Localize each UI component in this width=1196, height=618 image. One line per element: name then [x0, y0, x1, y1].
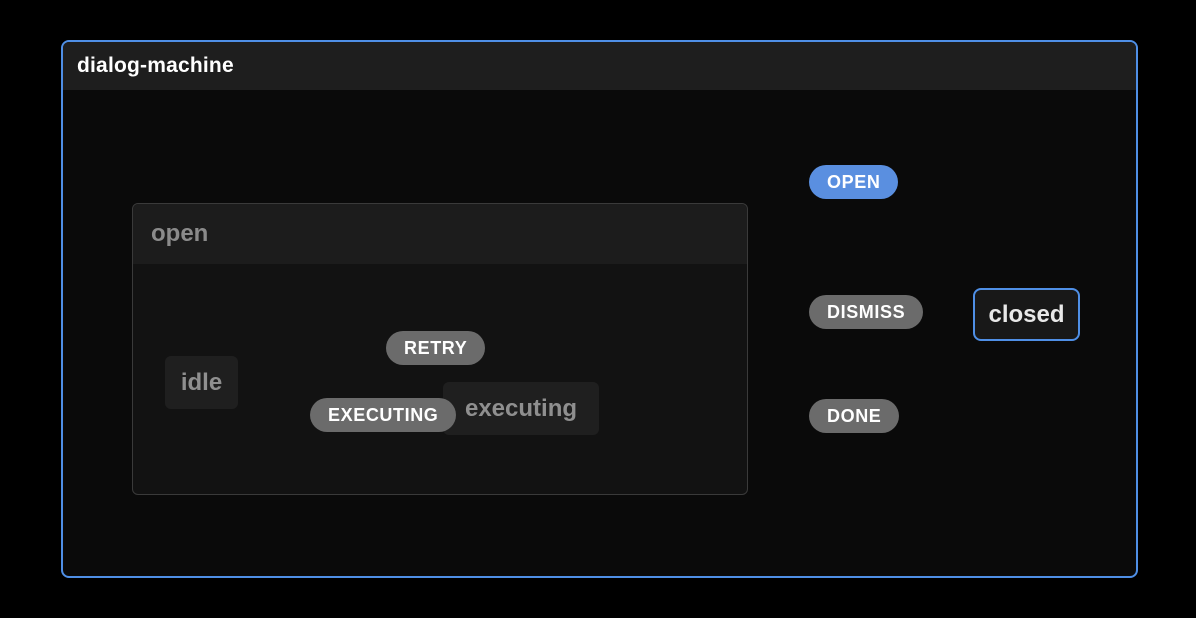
event-done-label: DONE: [827, 406, 881, 427]
state-idle[interactable]: idle: [165, 356, 238, 409]
event-executing-label: EXECUTING: [328, 405, 438, 426]
event-executing[interactable]: EXECUTING: [310, 398, 456, 432]
state-executing[interactable]: executing: [443, 382, 599, 435]
state-closed[interactable]: closed: [973, 288, 1080, 341]
event-open-label: OPEN: [827, 172, 880, 193]
state-open-header: open: [133, 204, 747, 264]
event-done[interactable]: DONE: [809, 399, 899, 433]
event-open[interactable]: OPEN: [809, 165, 898, 199]
state-closed-label: closed: [988, 301, 1064, 329]
state-idle-label: idle: [181, 369, 222, 397]
state-open-label: open: [151, 220, 208, 248]
event-dismiss-label: DISMISS: [827, 302, 905, 323]
state-executing-label: executing: [465, 395, 577, 423]
event-dismiss[interactable]: DISMISS: [809, 295, 923, 329]
machine-title: dialog-machine: [77, 54, 234, 78]
event-retry[interactable]: RETRY: [386, 331, 485, 365]
event-retry-label: RETRY: [404, 338, 467, 359]
machine-header: dialog-machine: [63, 42, 1136, 90]
diagram-canvas: dialog-machine open idle executing close…: [0, 0, 1196, 618]
